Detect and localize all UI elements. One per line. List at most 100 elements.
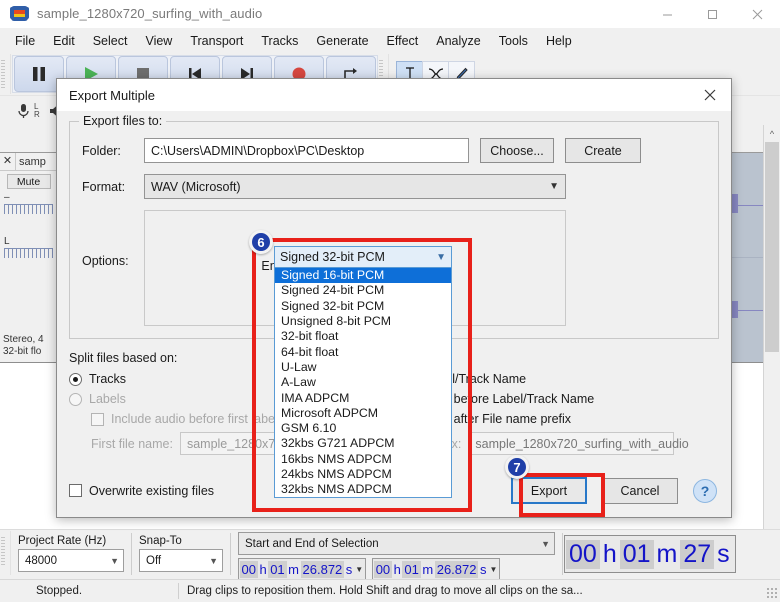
audio-position-time[interactable]: 00 h 01 m 27 s (564, 535, 736, 573)
encoding-option-8[interactable]: IMA ADPCM (275, 390, 451, 405)
snap-to-select[interactable]: Off ▼ (139, 549, 223, 572)
track-header: ✕ samp (0, 153, 57, 171)
encoding-option-1[interactable]: Signed 24-bit PCM (275, 283, 451, 298)
encoding-option-11[interactable]: 32kbs G721 ADPCM (275, 436, 451, 451)
encoding-option-list[interactable]: Signed 16-bit PCM Signed 24-bit PCM Sign… (274, 268, 452, 499)
unit-hours: h (393, 562, 401, 577)
menu-edit[interactable]: Edit (44, 31, 84, 51)
menu-view[interactable]: View (136, 31, 181, 51)
menu-tracks[interactable]: Tracks (252, 31, 307, 51)
track-control-panel[interactable]: ✕ samp Mute – L Stereo, 4 32-bit flo (0, 153, 58, 362)
start-seconds: 26.872 (300, 561, 345, 578)
folder-row: Folder: C:\Users\ADMIN\Dropbox\PC\Deskto… (82, 138, 706, 163)
position-minutes: 01 (619, 539, 654, 569)
project-rate-label: Project Rate (Hz) (18, 535, 107, 547)
chevron-down-icon: ▼ (209, 555, 218, 566)
encoding-option-6[interactable]: U-Law (275, 360, 451, 375)
dialog-close-icon[interactable] (689, 79, 731, 111)
selection-toolbar-grip[interactable] (1, 531, 11, 575)
spinner-icon[interactable]: ▼ (355, 565, 363, 574)
format-select[interactable]: WAV (Microsoft) ▼ (144, 174, 566, 199)
unit-seconds: s (717, 539, 730, 568)
encoding-option-7[interactable]: A-Law (275, 375, 451, 390)
overwrite-checkbox[interactable] (69, 484, 82, 497)
encoding-option-9[interactable]: Microsoft ADPCM (275, 406, 451, 421)
menu-analyze[interactable]: Analyze (427, 31, 489, 51)
step-badge-6: 6 (249, 230, 273, 254)
menu-file[interactable]: File (6, 31, 44, 51)
selection-mode-select[interactable]: Start and End of Selection ▼ (238, 532, 555, 555)
audacity-window: sample_1280x720_surfing_with_audio File … (0, 0, 780, 601)
microphone-icon (18, 104, 29, 118)
chevron-down-icon: ▼ (541, 538, 550, 549)
project-rate-select[interactable]: 48000 ▼ (18, 549, 124, 572)
maximize-icon[interactable] (690, 0, 735, 28)
encoding-option-5[interactable]: 64-bit float (275, 344, 451, 359)
cancel-button[interactable]: Cancel (602, 477, 678, 504)
spinner-icon[interactable]: ▼ (489, 565, 497, 574)
close-icon[interactable] (735, 0, 780, 28)
encoding-option-4[interactable]: 32-bit float (275, 329, 451, 344)
vertical-scrollbar[interactable]: ^ (763, 125, 780, 529)
unit-seconds: s (479, 562, 487, 577)
track-info-line1: Stereo, 4 (3, 334, 44, 345)
menu-select[interactable]: Select (84, 31, 137, 51)
unit-minutes: m (422, 562, 434, 577)
chevron-down-icon: ▼ (110, 555, 119, 566)
folder-input[interactable]: C:\Users\ADMIN\Dropbox\PC\Desktop (144, 138, 469, 163)
help-button[interactable]: ? (693, 478, 717, 503)
unit-hours: h (602, 539, 617, 568)
split-labels-radio[interactable] (69, 392, 82, 406)
split-tracks-radio[interactable] (69, 372, 82, 386)
encoding-option-2[interactable]: Signed 32-bit PCM (275, 299, 451, 314)
track-close-icon[interactable]: ✕ (0, 153, 16, 170)
end-minutes: 01 (402, 561, 421, 578)
export-button[interactable]: Export (511, 477, 587, 504)
scroll-up-icon[interactable]: ^ (764, 125, 780, 142)
selection-end-time[interactable]: 00 h 01 m 26.872 s ▼ (372, 558, 501, 581)
encoding-option-14[interactable]: 32kbs NMS ADPCM (275, 482, 451, 497)
create-button[interactable]: Create (565, 138, 641, 163)
menu-generate[interactable]: Generate (307, 31, 377, 51)
encoding-combobox-value[interactable]: Signed 32-bit PCM ▼ (274, 246, 452, 268)
recording-device-cell[interactable]: L R (12, 98, 44, 124)
window-controls (645, 0, 780, 28)
folder-label: Folder: (82, 143, 121, 158)
track-name[interactable]: samp (16, 156, 46, 168)
unit-minutes: m (288, 562, 300, 577)
options-label: Options: (82, 254, 129, 268)
menu-effect[interactable]: Effect (378, 31, 428, 51)
menu-help[interactable]: Help (537, 31, 581, 51)
menu-tools[interactable]: Tools (490, 31, 537, 51)
track-channel-top-label: – (4, 192, 10, 203)
unit-seconds: s (345, 562, 353, 577)
toolbar-grip[interactable] (1, 54, 11, 94)
selection-start-time[interactable]: 00 h 01 m 26.872 s ▼ (238, 558, 367, 581)
mute-button[interactable]: Mute (6, 174, 51, 189)
encoding-option-13[interactable]: 24kbs NMS ADPCM (275, 467, 451, 482)
overwrite-check-row[interactable]: Overwrite existing files (69, 484, 214, 498)
track-info-line2: 32-bit flo (3, 346, 42, 357)
selection-times-group: Start and End of Selection ▼ 00 h 01 m 26.87… (232, 530, 561, 583)
encoding-option-3[interactable]: Unsigned 8-bit PCM (275, 314, 451, 329)
choose-button[interactable]: Choose... (480, 138, 554, 163)
first-file-name-label: First file name: (91, 436, 173, 451)
include-audio-checkbox[interactable] (91, 412, 104, 426)
format-value: WAV (Microsoft) (151, 179, 241, 194)
resize-grip[interactable] (766, 587, 778, 599)
scrollbar-thumb[interactable] (765, 142, 779, 352)
menu-transport[interactable]: Transport (181, 31, 252, 51)
minimize-icon[interactable] (645, 0, 690, 28)
step-badge-7: 7 (505, 455, 529, 479)
audio-position-group: 00 h 01 m 27 s (564, 530, 736, 575)
encoding-option-12[interactable]: 16kbs NMS ADPCM (275, 452, 451, 467)
encoding-option-0[interactable]: Signed 16-bit PCM (275, 268, 451, 284)
window-titlebar: sample_1280x720_surfing_with_audio (0, 0, 780, 28)
project-rate-value: 48000 (25, 554, 57, 567)
encoding-combobox[interactable]: Signed 32-bit PCM ▼ Signed 16-bit PCM Si… (274, 246, 452, 499)
encoding-option-10[interactable]: GSM 6.10 (275, 421, 451, 436)
window-title: sample_1280x720_surfing_with_audio (37, 6, 263, 21)
file-name-prefix-input[interactable]: sample_1280x720_surfing_with_audio (468, 432, 689, 455)
snap-to-label: Snap-To (139, 535, 182, 547)
end-hours: 00 (373, 561, 393, 578)
